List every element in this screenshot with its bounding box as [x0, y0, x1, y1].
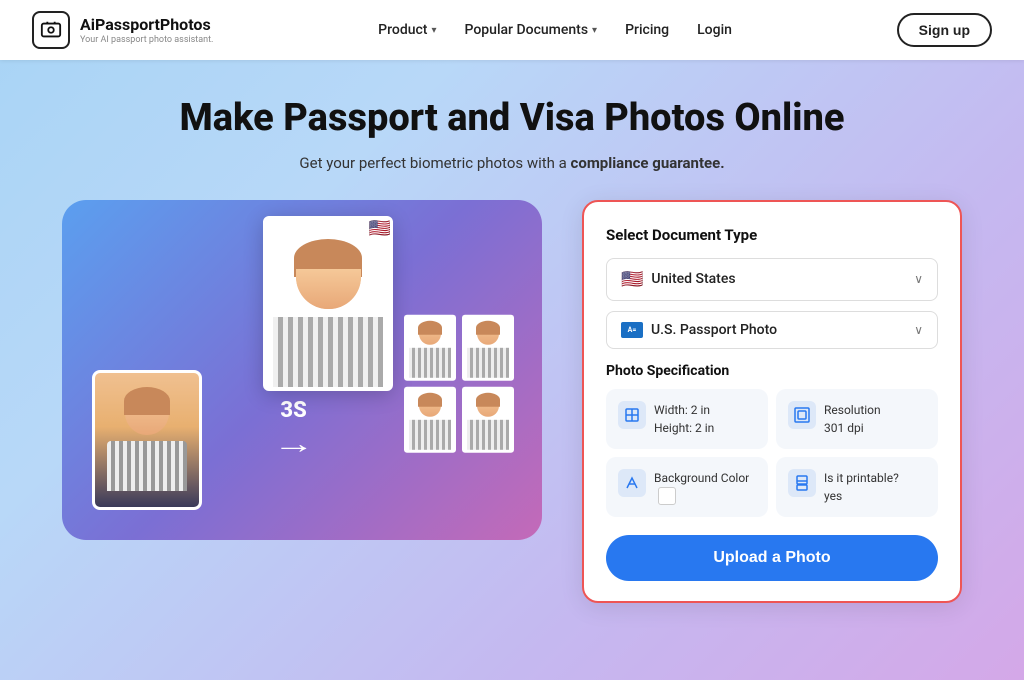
- spec-bgcolor-card: Background Color: [606, 457, 768, 518]
- navbar: AiPassportPhotos Your AI passport photo …: [0, 0, 1024, 60]
- resolution-icon: [788, 401, 816, 429]
- country-select[interactable]: 🇺🇸 United States ∨: [606, 258, 938, 301]
- upload-button[interactable]: Upload a Photo: [606, 535, 938, 581]
- hero-subtitle: Get your perfect biometric photos with a…: [299, 154, 724, 172]
- nav-product[interactable]: Product ▾: [378, 22, 436, 38]
- nav-login[interactable]: Login: [697, 22, 732, 38]
- hero-section: Make Passport and Visa Photos Online Get…: [0, 60, 1024, 603]
- right-arrow-icon: →: [273, 427, 315, 460]
- person-body-main: [273, 317, 383, 387]
- country-flag: 🇺🇸: [621, 269, 643, 290]
- spec-bg-label: Background Color: [654, 469, 749, 487]
- spec-width: Width: 2 in: [654, 401, 714, 419]
- logo-title: AiPassportPhotos: [80, 15, 213, 34]
- product-chevron-icon: ▾: [431, 25, 436, 36]
- country-chevron-icon: ∨: [914, 272, 923, 286]
- spec-printable-label: Is it printable?: [824, 469, 899, 487]
- person-face-main: [296, 269, 361, 309]
- spec-resolution-card: Resolution 301 dpi: [776, 389, 938, 449]
- logo-icon: [32, 11, 70, 49]
- photo-thumb-1: [404, 314, 456, 380]
- timer-arrow: 3S →: [280, 398, 308, 460]
- doc-badge: A=: [621, 322, 643, 338]
- doctype-label: U.S. Passport Photo: [651, 322, 777, 338]
- spec-height: Height: 2 in: [654, 419, 714, 437]
- person-head-main: [296, 244, 361, 309]
- doctype-select[interactable]: A= U.S. Passport Photo ∨: [606, 311, 938, 349]
- person-hair-small: [124, 387, 170, 415]
- content-row: 3S → 🇺🇸: [22, 200, 1002, 604]
- nav-links: Product ▾ Popular Documents ▾ Pricing Lo…: [378, 22, 732, 38]
- size-icon: [618, 401, 646, 429]
- bg-color-swatch: [658, 487, 676, 505]
- doctype-chevron-icon: ∨: [914, 323, 923, 337]
- logo-area: AiPassportPhotos Your AI passport photo …: [32, 11, 213, 49]
- spec-resolution-value: 301 dpi: [824, 419, 881, 437]
- signup-button[interactable]: Sign up: [897, 13, 992, 47]
- spec-size-card: Width: 2 in Height: 2 in: [606, 389, 768, 449]
- person-body-small: [107, 441, 187, 491]
- printable-icon: [788, 469, 816, 497]
- photo-grid: [404, 314, 514, 452]
- country-label: United States: [651, 271, 735, 287]
- timer-label: 3S: [280, 398, 306, 423]
- nav-pricing[interactable]: Pricing: [625, 22, 669, 38]
- photo-thumb-4: [462, 386, 514, 452]
- flag-badge: 🇺🇸: [364, 216, 393, 245]
- photo-main: 🇺🇸: [263, 216, 393, 391]
- spec-printable-value: yes: [824, 487, 899, 505]
- photo-thumb-2: [462, 314, 514, 380]
- spec-printable-card: Is it printable? yes: [776, 457, 938, 518]
- photo-thumb-3: [404, 386, 456, 452]
- nav-buttons: Sign up: [897, 13, 992, 47]
- logo-subtitle: Your AI passport photo assistant.: [80, 35, 213, 45]
- spec-grid: Width: 2 in Height: 2 in Resolution: [606, 389, 938, 518]
- nav-popular-documents[interactable]: Popular Documents ▾: [465, 22, 598, 38]
- spec-resolution-label: Resolution: [824, 401, 881, 419]
- spec-title: Photo Specification: [606, 363, 938, 379]
- hero-title: Make Passport and Visa Photos Online: [179, 96, 844, 142]
- illustration-panel: 3S → 🇺🇸: [62, 200, 542, 540]
- document-panel: Select Document Type 🇺🇸 United States ∨ …: [582, 200, 962, 604]
- photo-before: [92, 370, 202, 510]
- logo-text: AiPassportPhotos Your AI passport photo …: [80, 15, 213, 44]
- person-head-small: [125, 391, 169, 435]
- panel-title: Select Document Type: [606, 226, 938, 244]
- bgcolor-icon: [618, 469, 646, 497]
- documents-chevron-icon: ▾: [592, 25, 597, 36]
